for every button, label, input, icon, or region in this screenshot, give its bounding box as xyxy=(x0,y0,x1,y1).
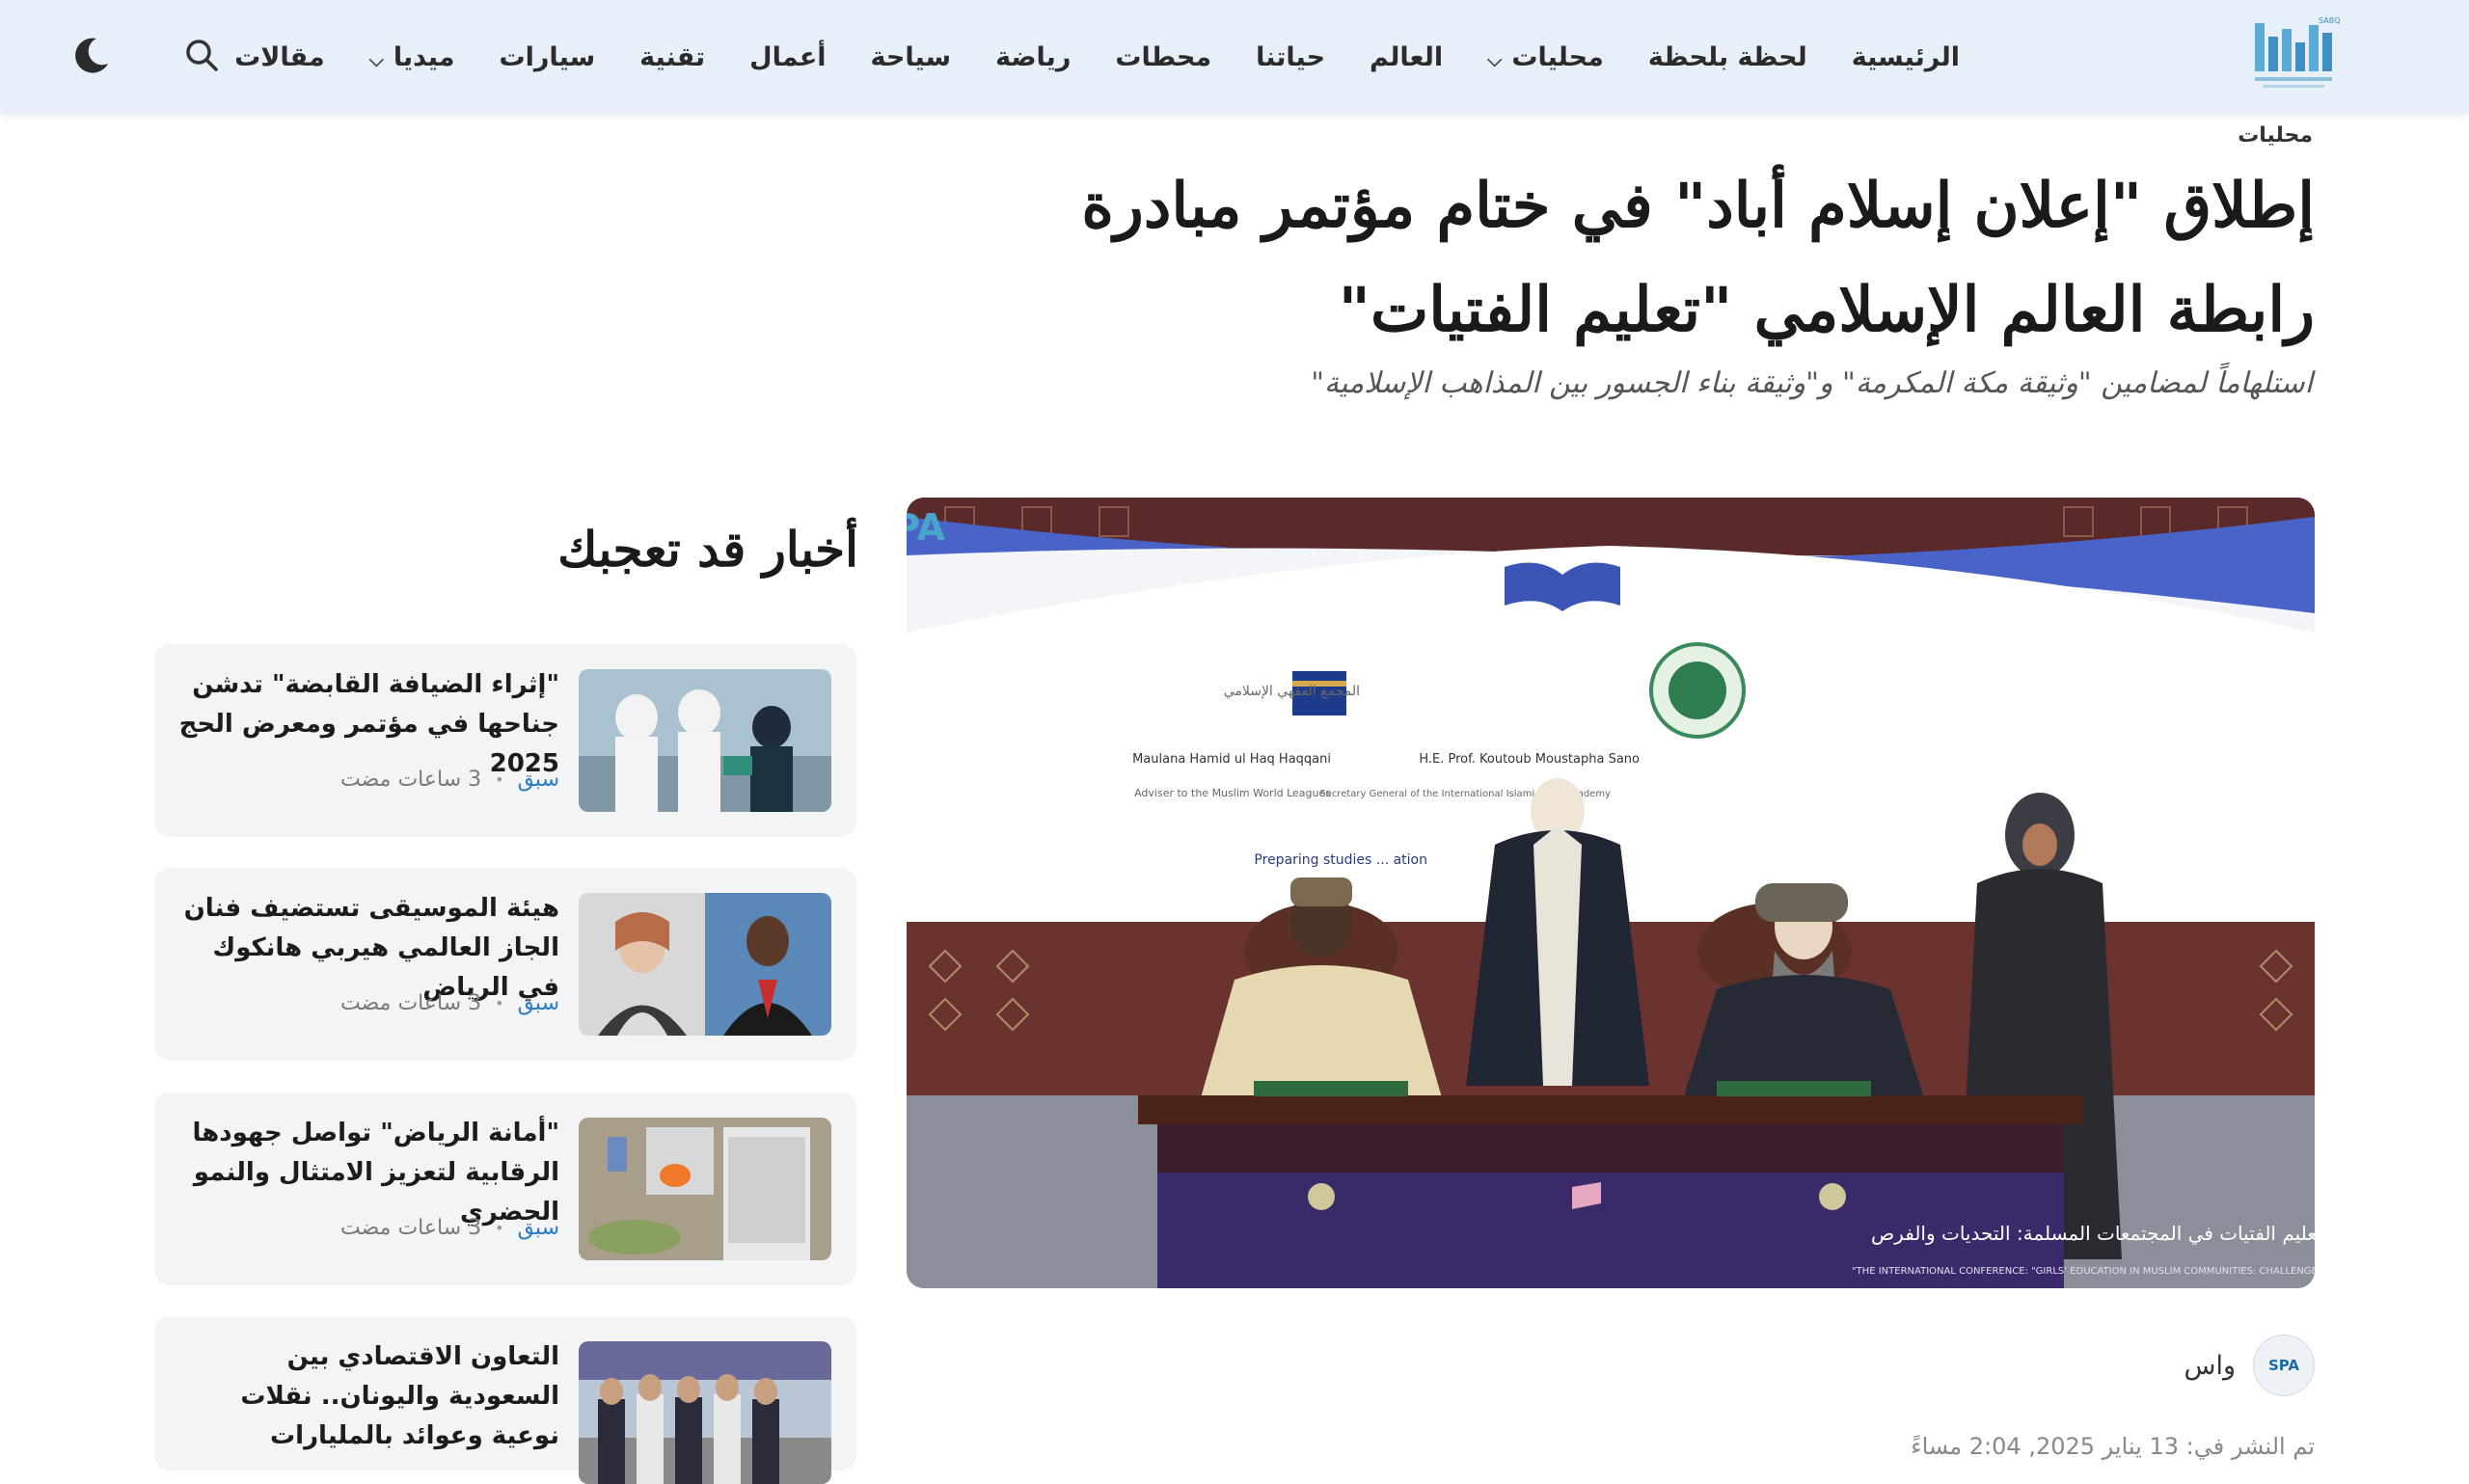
author-avatar: SPA xyxy=(2253,1335,2315,1396)
nav-item-tech[interactable]: تقنية xyxy=(639,42,705,72)
separator-dot: • xyxy=(495,1219,504,1237)
separator-dot: • xyxy=(495,770,504,789)
svg-text:Adviser to the Muslim World Le: Adviser to the Muslim World Leagues xyxy=(1134,787,1331,799)
nav-item-sports[interactable]: رياضة xyxy=(995,42,1071,72)
svg-text:Maulana Hamid ul Haq Haqqani: Maulana Hamid ul Haq Haqqani xyxy=(1132,752,1331,767)
svg-text:Preparing studies ... ation: Preparing studies ... ation xyxy=(1254,852,1427,868)
article-byline[interactable]: SPA واس xyxy=(2184,1335,2315,1396)
news-thumbnail xyxy=(579,1341,831,1484)
news-source[interactable]: سبق xyxy=(518,1216,559,1240)
nav-item-stations[interactable]: محطات xyxy=(1115,42,1211,72)
article-headline: إطلاق "إعلان إسلام أباد" في ختام مؤتمر م… xyxy=(1081,170,2315,346)
related-news-card[interactable]: "إثراء الضيافة القابضة" تدشن جناحها في م… xyxy=(154,644,856,837)
svg-text:H.E. Prof. Koutoub Moustapha S: H.E. Prof. Koutoub Moustapha Sano xyxy=(1419,752,1640,767)
news-source[interactable]: سبق xyxy=(518,768,559,792)
news-meta: سبق • 3 ساعات مضت xyxy=(340,768,559,792)
svg-text:SPA: SPA xyxy=(907,506,946,549)
article-subtitle: استلهاماً لمضامين "وثيقة مكة المكرمة" و"… xyxy=(1311,366,2313,400)
article-main-image: SPA المجمع الفقهي الإسلامي Maulana Hamid… xyxy=(907,498,2315,1288)
nav-item-cars[interactable]: سيارات xyxy=(500,42,596,72)
news-title: "إثراء الضيافة القابضة" تدشن جناحها في م… xyxy=(178,670,559,778)
related-news-title: أخبار قد تعجبك xyxy=(557,521,858,578)
search-icon[interactable] xyxy=(179,33,226,79)
news-meta: سبق • 3 ساعات مضت xyxy=(340,991,559,1015)
nav-item-tourism[interactable]: سياحة xyxy=(871,42,952,72)
moon-icon[interactable] xyxy=(68,33,114,79)
nav-item-world[interactable]: العالم xyxy=(1370,42,1443,72)
nav-item-media[interactable]: ⌵ ميديا xyxy=(369,42,455,72)
article-section-tag[interactable]: محليات xyxy=(2238,123,2313,148)
news-title: "أمانة الرياض" تواصل جهودها الرقابية لتع… xyxy=(192,1119,559,1227)
news-source[interactable]: سبق xyxy=(518,991,559,1015)
nav-item-local[interactable]: ⌵ محليات xyxy=(1487,42,1604,72)
news-thumbnail xyxy=(579,1118,831,1260)
nav-item-live[interactable]: لحظة بلحظة xyxy=(1648,42,1807,72)
svg-text:المجمع الفقهي الإسلامي: المجمع الفقهي الإسلامي xyxy=(1224,684,1360,699)
nav-item-home[interactable]: الرئيسية xyxy=(1852,42,1960,72)
svg-text:المؤتمر العالمي: تعليم الفتيات: المؤتمر العالمي: تعليم الفتيات في المجتم… xyxy=(1871,1222,2315,1246)
separator-dot: • xyxy=(495,994,504,1012)
news-thumbnail xyxy=(579,669,831,812)
news-time: 3 ساعات مضت xyxy=(340,1216,482,1240)
nav-item-business[interactable]: أعمال xyxy=(749,42,826,72)
svg-text:THE INTERNATIONAL CONFERENCE:: THE INTERNATIONAL CONFERENCE: "GIRLS' ED… xyxy=(1852,1266,2315,1277)
related-news-card[interactable]: التعاون الاقتصادي بين السعودية واليونان.… xyxy=(154,1316,856,1484)
nav-item-life[interactable]: حياتنا xyxy=(1256,42,1325,72)
news-time: 3 ساعات مضت xyxy=(340,991,482,1015)
related-news-card[interactable]: هيئة الموسيقى تستضيف فنان الجاز العالمي … xyxy=(154,868,856,1061)
news-title: هيئة الموسيقى تستضيف فنان الجاز العالمي … xyxy=(183,894,559,1002)
main-nav: الرئيسية لحظة بلحظة ⌵ محليات العالم حياتن… xyxy=(190,0,1960,114)
related-news-card[interactable]: "أمانة الرياض" تواصل جهودها الرقابية لتع… xyxy=(154,1093,856,1285)
chevron-down-icon: ⌵ xyxy=(1487,48,1503,71)
news-time: 3 ساعات مضت xyxy=(340,768,482,792)
chevron-down-icon: ⌵ xyxy=(368,48,384,71)
svg-text:SABQ: SABQ xyxy=(2319,16,2340,25)
site-logo[interactable]: SABQ xyxy=(2249,13,2346,94)
news-title: التعاون الاقتصادي بين السعودية واليونان.… xyxy=(240,1342,559,1450)
nav-item-articles[interactable]: مقالات xyxy=(234,42,325,72)
news-thumbnail xyxy=(579,893,831,1036)
author-name: واس xyxy=(2184,1350,2237,1381)
top-navigation-bar: SABQ الرئيسية لحظة بلحظة ⌵ محليات العالم … xyxy=(0,0,2469,114)
news-meta: سبق • 3 ساعات مضت xyxy=(340,1216,559,1240)
